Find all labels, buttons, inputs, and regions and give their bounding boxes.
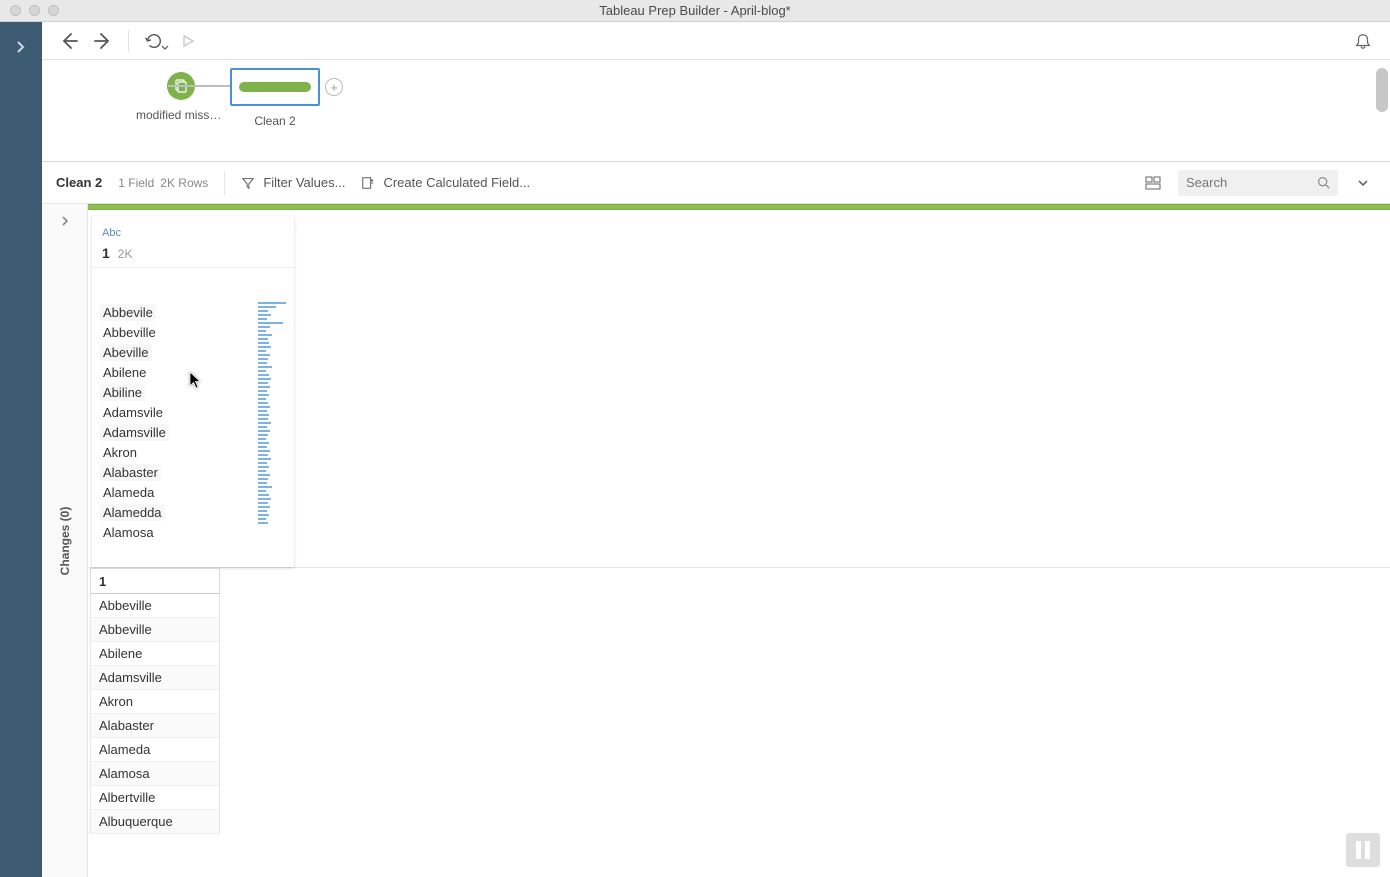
flow-input-node[interactable]: modified missp...: [136, 72, 226, 122]
view-toggle-button[interactable]: [1140, 170, 1166, 196]
grid-row[interactable]: Alabaster: [91, 714, 219, 738]
grid-row[interactable]: Alamosa: [91, 762, 219, 786]
flow-clean-node[interactable]: Clean 2: [230, 68, 320, 128]
flow-input-label: modified missp...: [136, 108, 226, 122]
search-box[interactable]: [1178, 170, 1338, 196]
grid-row[interactable]: Abbeville: [91, 594, 219, 618]
data-grid: 1 AbbevilleAbbevilleAbileneAdamsvilleAkr…: [88, 568, 1390, 877]
grid-row[interactable]: Akron: [91, 690, 219, 714]
left-nav-rail: [0, 22, 42, 877]
recording-pause-button[interactable]: [1346, 833, 1380, 867]
flow-clean-label: Clean 2: [230, 114, 320, 128]
window-title: Tableau Prep Builder - April-blog*: [0, 3, 1390, 18]
grid-row[interactable]: Alameda: [91, 738, 219, 762]
flow-connector: [168, 85, 230, 87]
chevron-right-icon: [60, 214, 70, 229]
calc-field-icon: [361, 176, 375, 190]
step-header-bar: Clean 2 1 Field 2K Rows Filter Values...…: [42, 162, 1390, 204]
filter-icon: [241, 176, 255, 190]
back-button[interactable]: [56, 28, 82, 54]
profile-field-card[interactable]: Abc 1 2K AbbevileAbbevilleAbevilleAbilen…: [92, 216, 294, 567]
main-toolbar: [42, 22, 1390, 60]
create-calc-field-label: Create Calculated Field...: [383, 175, 530, 190]
grid-row[interactable]: Albuquerque: [91, 810, 219, 834]
grid-row[interactable]: Albertville: [91, 786, 219, 810]
grid-row[interactable]: Abilene: [91, 642, 219, 666]
changes-panel-collapsed[interactable]: Changes (0): [42, 204, 88, 877]
profile-value-count: 2K: [118, 247, 133, 261]
expand-rail-button[interactable]: [14, 40, 28, 57]
flow-canvas[interactable]: modified missp... Clean 2 +: [42, 60, 1390, 162]
step-name: Clean 2: [56, 175, 102, 190]
field-type-badge: Abc: [102, 227, 121, 239]
search-icon: [1317, 176, 1330, 189]
window-titlebar: Tableau Prep Builder - April-blog*: [0, 0, 1390, 22]
grid-column-header[interactable]: 1: [90, 568, 220, 594]
grid-column-name: 1: [99, 574, 106, 589]
create-calc-field-button[interactable]: Create Calculated Field...: [361, 175, 530, 190]
step-fields-count: 1 Field: [118, 176, 154, 190]
step-rows-count: 2K Rows: [160, 176, 208, 190]
grid-row[interactable]: Abbeville: [91, 618, 219, 642]
changes-label: Changes (0): [58, 506, 72, 575]
profile-field-name: 1: [102, 245, 110, 261]
flow-scrollbar[interactable]: [1374, 68, 1388, 153]
collapse-pane-button[interactable]: [1350, 170, 1376, 196]
notifications-button[interactable]: [1350, 28, 1376, 54]
grid-row[interactable]: Adamsville: [91, 666, 219, 690]
run-flow-button[interactable]: [175, 28, 201, 54]
refresh-button[interactable]: [141, 28, 167, 54]
add-step-button[interactable]: +: [325, 78, 343, 96]
search-input[interactable]: [1186, 175, 1296, 190]
filter-values-label: Filter Values...: [263, 175, 345, 190]
filter-values-button[interactable]: Filter Values...: [241, 175, 345, 190]
profile-minimap[interactable]: [258, 302, 288, 559]
forward-button[interactable]: [90, 28, 116, 54]
profile-pane: Abc 1 2K AbbevileAbbevilleAbevilleAbilen…: [88, 210, 1390, 568]
